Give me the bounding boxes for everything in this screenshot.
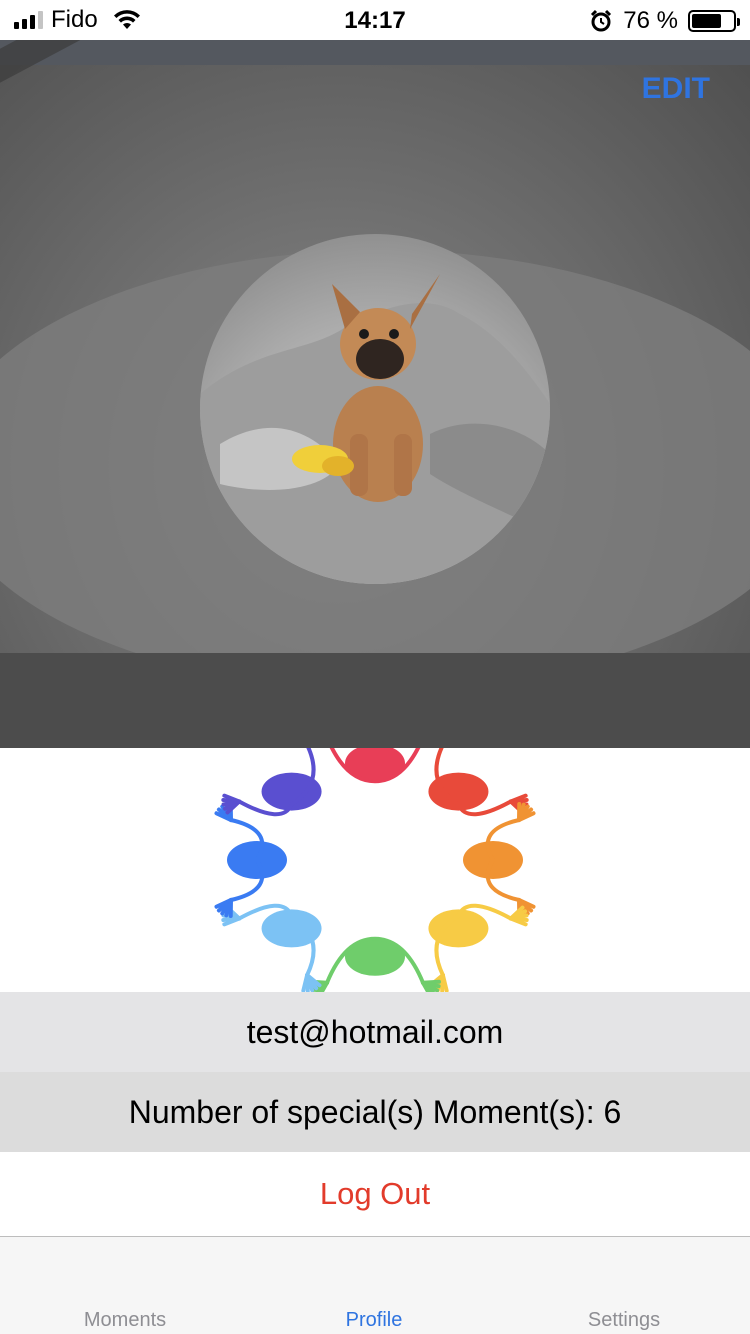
tab-bar: Moments Profile Settings — [0, 1236, 750, 1334]
logo-figure — [309, 936, 441, 999]
moments-count-label: Number of special(s) Moment(s): 6 — [0, 1072, 750, 1152]
battery-percentage: 76 % — [623, 7, 678, 34]
battery-icon — [688, 10, 740, 32]
status-right: 76 % — [589, 7, 740, 35]
tab-moments[interactable]: Moments — [0, 1309, 250, 1332]
email-label: test@hotmail.com — [0, 992, 750, 1072]
app-logo — [0, 721, 750, 999]
profile-header: EDIT — [0, 40, 750, 748]
profile-avatar[interactable] — [200, 234, 550, 584]
tab-profile[interactable]: Profile — [249, 1309, 499, 1332]
logo-figure — [309, 721, 441, 784]
logout-button[interactable]: Log Out — [0, 1152, 750, 1236]
logo-figure — [428, 903, 529, 994]
edit-button[interactable]: EDIT — [642, 72, 710, 106]
hands-circle-logo-icon — [214, 721, 536, 999]
alarm-icon — [591, 9, 612, 32]
logo-figure — [221, 903, 322, 994]
logo-figure — [221, 726, 322, 817]
logo-figure — [463, 802, 536, 918]
tab-settings[interactable]: Settings — [499, 1309, 749, 1332]
logo-figure — [214, 802, 287, 918]
battery-fill — [692, 14, 722, 28]
cover-photo-bottom — [0, 653, 750, 748]
logo-figure — [428, 726, 529, 817]
status-bar: Fido 14:17 76 % — [0, 0, 750, 40]
puppy-photo — [200, 274, 550, 584]
embedded-status-bar-image — [0, 40, 750, 65]
